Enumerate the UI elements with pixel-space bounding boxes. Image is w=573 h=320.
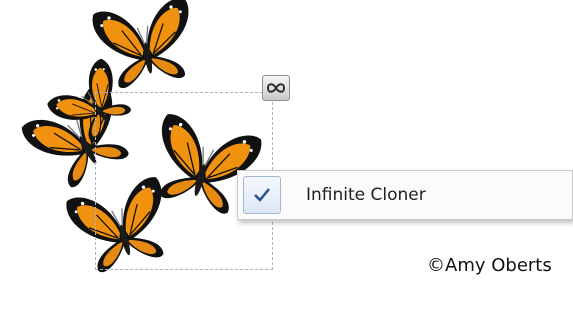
check-icon bbox=[254, 188, 270, 202]
infinity-icon bbox=[267, 83, 285, 93]
context-menu: Infinite Cloner bbox=[237, 170, 573, 220]
menu-item-label: Infinite Cloner bbox=[306, 185, 426, 205]
infinite-cloner-handle[interactable] bbox=[262, 75, 290, 101]
copyright-credit: ©Amy Oberts bbox=[427, 255, 552, 276]
menu-item-infinite-cloner[interactable]: Infinite Cloner bbox=[241, 174, 571, 216]
menu-item-check-box[interactable] bbox=[243, 176, 281, 214]
